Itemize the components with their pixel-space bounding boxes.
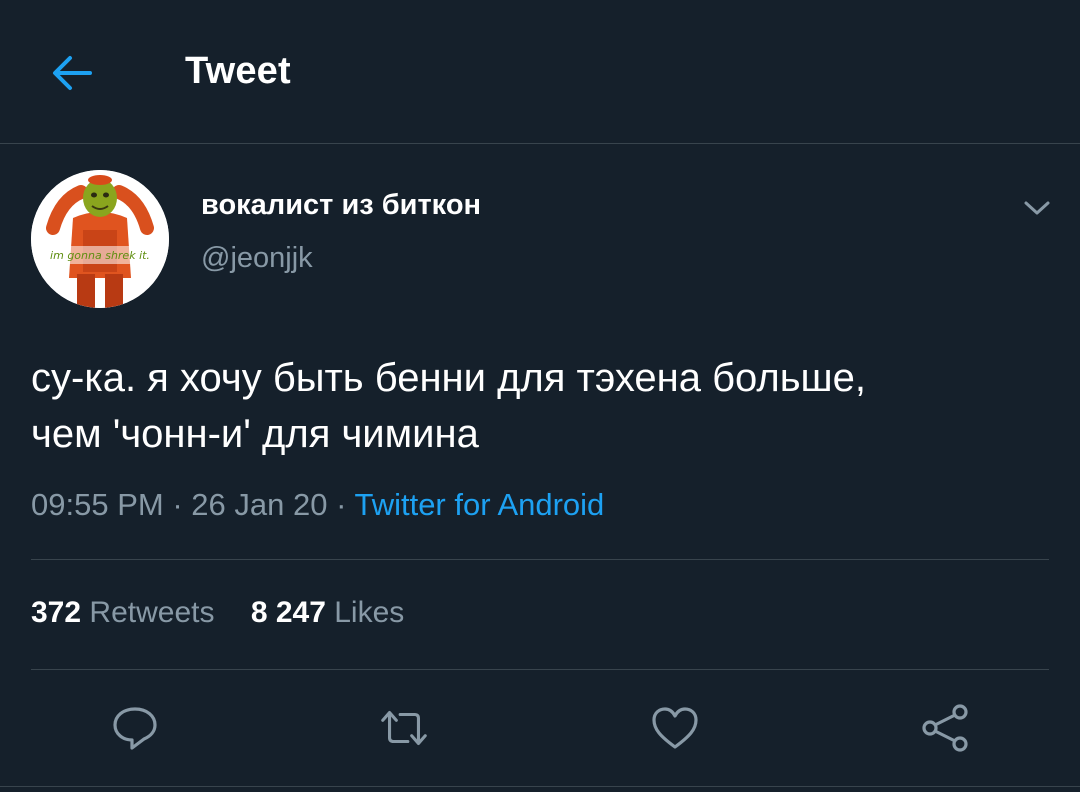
likes-count: 8 247 <box>250 596 326 629</box>
tweet-text-line: чем 'чонн-и' для чимина <box>31 412 479 456</box>
back-button[interactable] <box>44 48 100 98</box>
avatar-caption: im gonna shrek it. <box>50 249 150 262</box>
bottom-divider <box>0 786 1080 787</box>
likes-stat[interactable]: 8 247 Likes <box>251 596 404 630</box>
divider <box>31 559 1049 560</box>
tweet-date: 26 Jan 20 <box>191 487 328 522</box>
tweet-time: 09:55 PM <box>31 487 164 522</box>
display-name[interactable]: вокалист из биткон <box>201 189 481 222</box>
meta-separator: · <box>336 487 347 522</box>
tweet-text-line: су-ка. я хочу быть бенни для тэхена боль… <box>31 356 866 400</box>
like-button[interactable] <box>648 702 702 754</box>
meta-separator: · <box>172 487 183 522</box>
top-bar: Tweet <box>0 0 1080 144</box>
more-options-button[interactable] <box>1014 190 1060 226</box>
arrow-left-icon <box>53 56 92 90</box>
reply-button[interactable] <box>108 702 162 754</box>
tweet-source-link[interactable]: Twitter for Android <box>354 487 604 522</box>
page-title: Tweet <box>185 50 291 92</box>
retweets-count: 372 <box>31 596 82 629</box>
retweets-stat[interactable]: 372 Retweets <box>31 596 214 630</box>
reply-icon <box>113 707 157 750</box>
retweet-button[interactable] <box>377 702 431 754</box>
likes-label: Likes <box>334 596 405 629</box>
user-handle[interactable]: @jeonjjk <box>201 242 313 275</box>
avatar[interactable]: im gonna shrek it. <box>31 170 169 308</box>
like-icon <box>652 707 698 749</box>
share-icon <box>922 704 968 752</box>
chevron-down-icon <box>1024 201 1050 215</box>
share-button[interactable] <box>918 702 972 754</box>
tweet-meta: 09:55 PM · 26 Jan 20 · Twitter for Andro… <box>31 487 604 523</box>
tweet-stats: 372 Retweets 8 247 Likes <box>31 596 432 630</box>
retweets-label: Retweets <box>89 596 215 629</box>
tweet-text: су-ка. я хочу быть бенни для тэхена боль… <box>31 350 1061 462</box>
retweet-icon <box>381 711 427 745</box>
divider <box>31 669 1049 670</box>
